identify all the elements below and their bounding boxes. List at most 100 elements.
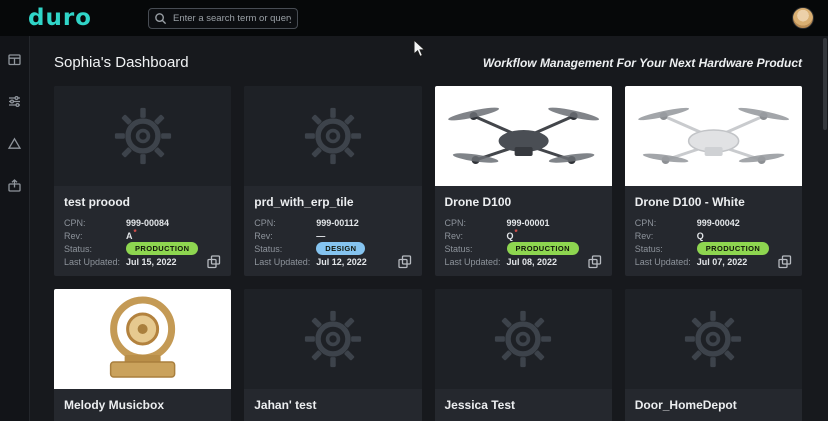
gear-placeholder-icon — [304, 310, 361, 368]
last-updated-label: Last Updated: — [634, 256, 691, 267]
user-avatar[interactable] — [792, 7, 814, 29]
rev-row: Rev: — — [254, 229, 411, 242]
product-card-info: test proood CPN: 999-00084 Rev: A * Stat… — [54, 186, 231, 276]
status-label: Status: — [634, 243, 663, 254]
copy-icon — [778, 255, 792, 269]
cpn-value: 999-00042 — [696, 217, 740, 228]
last-updated-value: Jul 15, 2022 — [126, 256, 177, 267]
status-label: Status: — [254, 243, 283, 254]
export-box-icon — [7, 178, 22, 198]
cpn-value: 999-00084 — [126, 217, 170, 228]
last-updated-value: Jul 07, 2022 — [696, 256, 748, 267]
rev-flag: * — [514, 228, 518, 237]
drone-photo — [447, 107, 599, 164]
copy-icon — [397, 255, 411, 269]
cpn-label: CPN: — [634, 217, 657, 228]
duplicate-button[interactable] — [588, 255, 604, 271]
sidebar-item-filters[interactable] — [7, 94, 23, 114]
copy-icon — [207, 255, 221, 269]
rev-label: Rev: — [254, 230, 273, 241]
last-updated-value: Jul 08, 2022 — [506, 256, 558, 267]
product-card-info: prd_with_erp_tile CPN: 999-00112 Rev: — … — [244, 186, 421, 276]
rev-row: Rev: A * — [64, 228, 221, 242]
cpn-row: CPN: 999-00084 — [64, 216, 221, 229]
duplicate-button[interactable] — [778, 255, 794, 271]
product-thumbnail — [624, 86, 802, 186]
musicbox-photo — [109, 296, 176, 378]
product-title: Jessica Test — [444, 398, 516, 412]
storage-box-icon — [7, 52, 22, 72]
product-card-info: Jahan' test — [244, 389, 421, 421]
status-row: Status: PRODUCTION — [64, 242, 221, 255]
updated-row: Last Updated: Jul 12, 2022 — [254, 255, 411, 268]
status-row: Status: DESIGN — [254, 242, 411, 255]
product-title: Drone D100 — [444, 195, 512, 209]
updated-row: Last Updated: Jul 08, 2022 — [445, 255, 602, 268]
copy-icon — [588, 255, 601, 269]
cpn-row: CPN: 999-00112 — [254, 216, 411, 229]
triangle-icon — [7, 136, 22, 156]
duplicate-button[interactable] — [397, 255, 414, 271]
filter-sliders-icon — [7, 94, 22, 114]
rev-flag: * — [133, 228, 137, 237]
gear-placeholder-icon — [495, 310, 552, 368]
scrollbar-thumb[interactable] — [823, 38, 827, 130]
duplicate-button[interactable] — [207, 255, 223, 271]
sidebar-item-alerts[interactable] — [7, 136, 23, 156]
rev-label: Rev: — [444, 230, 464, 241]
updated-row: Last Updated: Jul 07, 2022 — [635, 255, 792, 268]
cpn-label: CPN: — [64, 217, 86, 228]
sidebar-item-export[interactable] — [7, 178, 23, 198]
product-card[interactable]: Drone D100 - White CPN: 999-00042 Rev: Q… — [624, 86, 802, 276]
rev-value: A — [126, 230, 133, 241]
cpn-value: 999-00112 — [316, 217, 359, 228]
product-card-info: Melody Musicbox — [54, 389, 231, 421]
status-badge: PRODUCTION — [696, 242, 770, 255]
product-card[interactable]: prd_with_erp_tile CPN: 999-00112 Rev: — … — [244, 86, 422, 276]
product-title: test proood — [64, 195, 130, 209]
rev-row: Rev: Q * — [444, 228, 602, 242]
sidebar — [0, 36, 30, 421]
cpn-label: CPN: — [444, 217, 467, 228]
product-card[interactable]: Jahan' test — [244, 289, 422, 421]
rev-label: Rev: — [64, 230, 83, 241]
product-thumbnail — [244, 289, 422, 389]
product-card[interactable]: Jessica Test — [434, 289, 612, 421]
gear-placeholder-icon — [304, 107, 361, 165]
product-title: Door_HomeDepot — [634, 398, 737, 412]
product-thumbnail — [434, 86, 612, 186]
product-title: Jahan' test — [254, 398, 317, 412]
sidebar-item-storage[interactable] — [7, 54, 23, 70]
product-card-info: Jessica Test — [435, 389, 612, 421]
search-input[interactable] — [147, 7, 298, 29]
title-row: Sophia's Dashboard Workflow Management F… — [54, 54, 802, 71]
drone-white-photo — [637, 107, 789, 164]
product-card-info: Drone D100 - White CPN: 999-00042 Rev: Q… — [625, 186, 802, 276]
last-updated-label: Last Updated: — [444, 256, 501, 267]
status-label: Status: — [444, 243, 473, 254]
product-title: prd_with_erp_tile — [254, 195, 354, 209]
search-box — [147, 7, 298, 29]
product-card-info: Drone D100 CPN: 999-00001 Rev: Q * Statu… — [435, 186, 612, 276]
card-grid: test proood CPN: 999-00084 Rev: A * Stat… — [54, 86, 802, 421]
cpn-value: 999-00001 — [506, 217, 550, 228]
product-card[interactable]: Melody Musicbox — [54, 289, 232, 421]
product-card[interactable]: Door_HomeDepot — [624, 289, 802, 421]
tagline: Workflow Management For Your Next Hardwa… — [482, 56, 802, 70]
status-row: Status: PRODUCTION — [635, 242, 792, 255]
product-card[interactable]: Drone D100 CPN: 999-00001 Rev: Q * Statu… — [434, 86, 612, 276]
status-row: Status: PRODUCTION — [445, 242, 602, 255]
product-thumbnail — [624, 289, 802, 389]
last-updated-label: Last Updated: — [64, 256, 121, 267]
status-badge: DESIGN — [316, 242, 366, 255]
product-thumbnail — [54, 86, 232, 186]
gear-placeholder-icon — [114, 107, 171, 165]
duro-logo[interactable]: duro — [28, 5, 92, 31]
updated-row: Last Updated: Jul 15, 2022 — [64, 255, 221, 268]
product-thumbnail — [434, 289, 612, 389]
page-title: Sophia's Dashboard — [54, 54, 189, 71]
rev-value: Q — [506, 230, 514, 241]
product-title: Melody Musicbox — [64, 398, 165, 412]
cpn-row: CPN: 999-00001 — [445, 216, 602, 229]
product-card[interactable]: test proood CPN: 999-00084 Rev: A * Stat… — [54, 86, 232, 276]
